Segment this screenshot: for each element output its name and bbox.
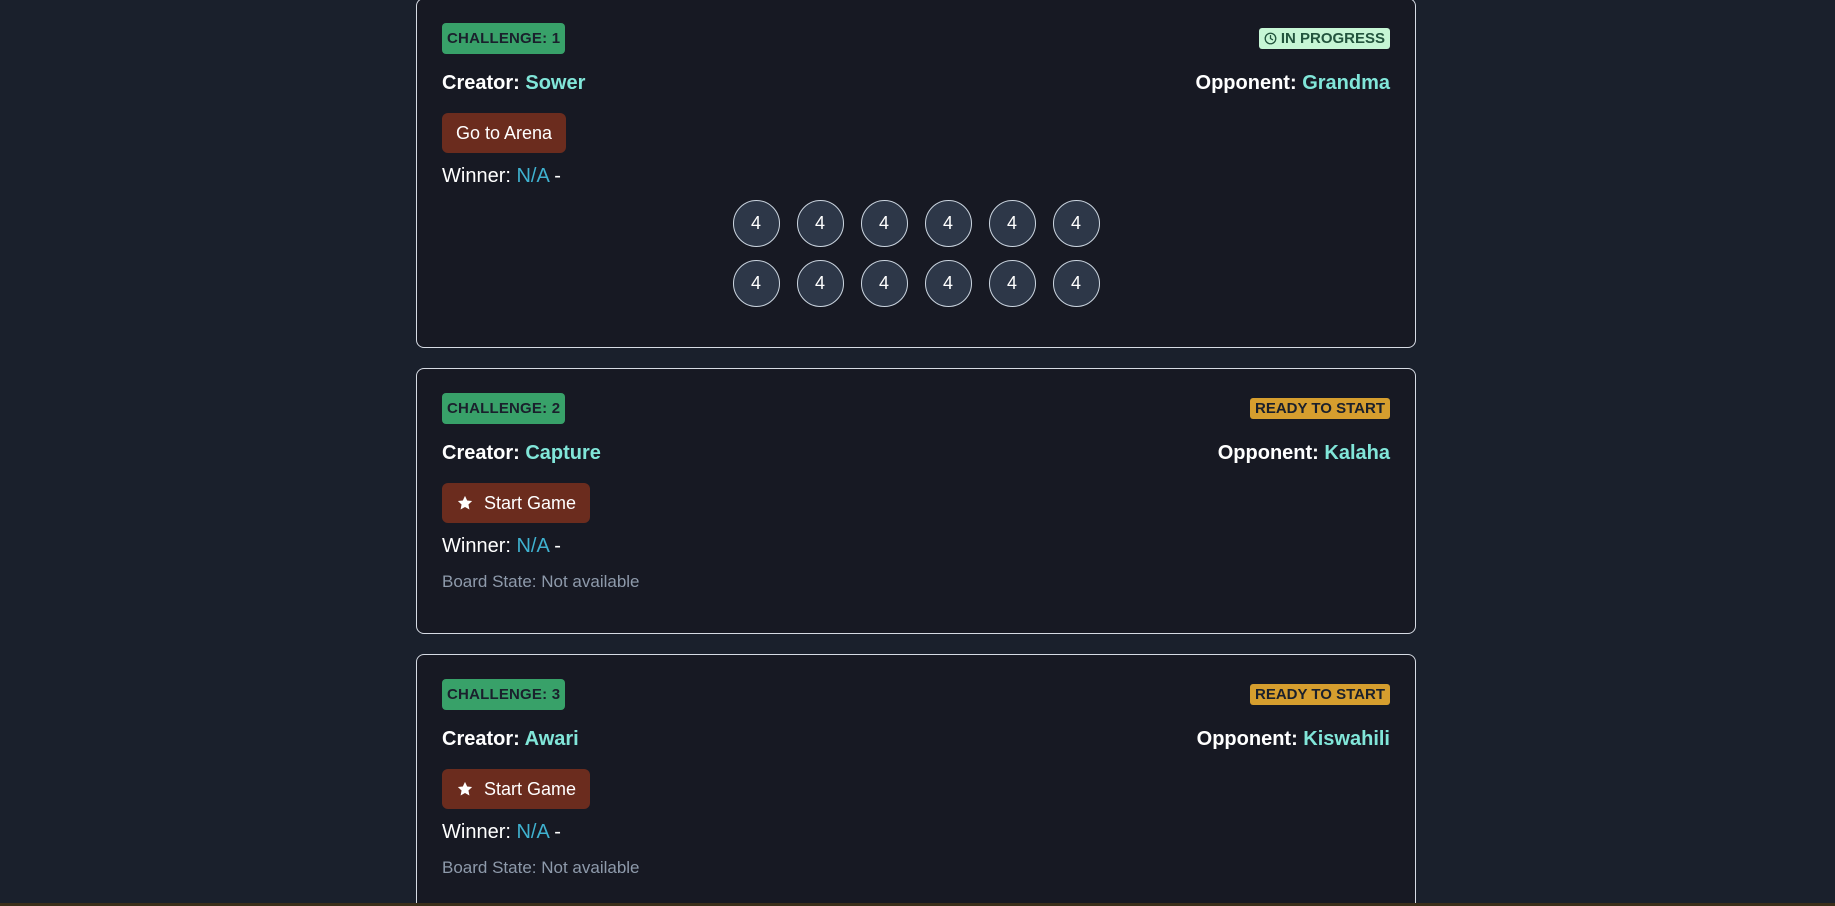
- pit[interactable]: 4: [988, 200, 1036, 247]
- pit[interactable]: 4: [1052, 200, 1100, 247]
- status-text: IN PROGRESS: [1280, 30, 1385, 47]
- status-text: READY TO START: [1254, 686, 1385, 703]
- opponent: Opponent: Kalaha: [1218, 442, 1390, 465]
- pit[interactable]: 4: [796, 200, 844, 247]
- board-state-text: Board State: Not available: [442, 858, 640, 877]
- button-label: Start Game: [484, 492, 577, 513]
- winner-value: N/A: [516, 165, 549, 187]
- creator-name: Awari: [524, 728, 579, 750]
- challenges-page: CHALLENGE: 1 IN PROGRESS Creator: Sower …: [0, 0, 1835, 906]
- opponent-label: Opponent:: [1195, 72, 1297, 94]
- opponent-name: Kalaha: [1324, 442, 1390, 464]
- start-game-button[interactable]: Start Game: [442, 483, 591, 523]
- challenge-badge: CHALLENGE: 2: [442, 393, 566, 424]
- participants-row: Creator: Awari Opponent: Kiswahili: [442, 728, 1390, 751]
- winner-label: Winner:: [442, 165, 511, 187]
- creator: Creator: Awari: [442, 728, 579, 751]
- creator-label: Creator:: [442, 442, 520, 464]
- winner-suffix: -: [554, 821, 561, 843]
- challenge-badge: CHALLENGE: 3: [442, 679, 566, 710]
- pit[interactable]: 4: [988, 260, 1036, 307]
- go-to-arena-button[interactable]: Go to Arena: [442, 113, 567, 153]
- winner-line: Winner: N/A -: [442, 535, 1390, 558]
- board-state-text: Board State: Not available: [442, 572, 640, 591]
- winner-suffix: -: [554, 535, 561, 557]
- button-label: Start Game: [484, 778, 577, 799]
- opponent-label: Opponent:: [1217, 442, 1319, 464]
- winner-line: Winner: N/A -: [442, 165, 1390, 188]
- winner-value: N/A: [516, 821, 549, 843]
- status-text: READY TO START: [1254, 400, 1385, 417]
- pit-row-top: 4 4 4 4 4 4: [732, 200, 1100, 247]
- card-header: CHALLENGE: 1 IN PROGRESS: [442, 23, 1390, 54]
- participants-row: Creator: Sower Opponent: Grandma: [442, 72, 1390, 95]
- status-badge: READY TO START: [1249, 684, 1390, 705]
- star-icon: [457, 781, 473, 796]
- creator-name: Sower: [525, 72, 586, 94]
- creator-label: Creator:: [442, 72, 520, 94]
- winner-label: Winner:: [442, 821, 511, 843]
- challenge-card: CHALLENGE: 3 READY TO START Creator: Awa…: [416, 654, 1416, 906]
- challenge-card: CHALLENGE: 1 IN PROGRESS Creator: Sower …: [416, 0, 1416, 348]
- button-label: Go to Arena: [456, 122, 553, 143]
- pit[interactable]: 4: [924, 260, 972, 307]
- clock-icon: [1264, 32, 1277, 45]
- challenge-list: CHALLENGE: 1 IN PROGRESS Creator: Sower …: [416, 0, 1416, 906]
- pit[interactable]: 4: [860, 200, 908, 247]
- opponent-label: Opponent:: [1196, 728, 1298, 750]
- star-icon: [457, 495, 473, 510]
- creator-label: Creator:: [442, 728, 520, 750]
- opponent-name: Grandma: [1302, 72, 1390, 94]
- status-badge: READY TO START: [1249, 398, 1390, 419]
- pit[interactable]: 4: [732, 260, 780, 307]
- winner-value: N/A: [516, 535, 549, 557]
- creator: Creator: Capture: [442, 442, 601, 465]
- creator: Creator: Sower: [442, 72, 585, 95]
- winner-line: Winner: N/A -: [442, 821, 1390, 844]
- challenge-badge: CHALLENGE: 1: [442, 23, 566, 54]
- winner-suffix: -: [554, 165, 561, 187]
- status-badge: IN PROGRESS: [1258, 28, 1390, 49]
- pit[interactable]: 4: [860, 260, 908, 307]
- winner-label: Winner:: [442, 535, 511, 557]
- mancala-board: 4 4 4 4 4 4 4 4 4 4 4 4: [442, 200, 1390, 307]
- pit[interactable]: 4: [924, 200, 972, 247]
- card-header: CHALLENGE: 3 READY TO START: [442, 679, 1390, 710]
- opponent: Opponent: Grandma: [1196, 72, 1390, 95]
- participants-row: Creator: Capture Opponent: Kalaha: [442, 442, 1390, 465]
- pit-row-bottom: 4 4 4 4 4 4: [732, 260, 1100, 307]
- opponent-name: Kiswahili: [1303, 728, 1390, 750]
- creator-name: Capture: [525, 442, 601, 464]
- pit[interactable]: 4: [796, 260, 844, 307]
- pit[interactable]: 4: [732, 200, 780, 247]
- card-header: CHALLENGE: 2 READY TO START: [442, 393, 1390, 424]
- pit[interactable]: 4: [1052, 260, 1100, 307]
- opponent: Opponent: Kiswahili: [1197, 728, 1390, 751]
- start-game-button[interactable]: Start Game: [442, 769, 591, 809]
- challenge-card: CHALLENGE: 2 READY TO START Creator: Cap…: [416, 368, 1416, 634]
